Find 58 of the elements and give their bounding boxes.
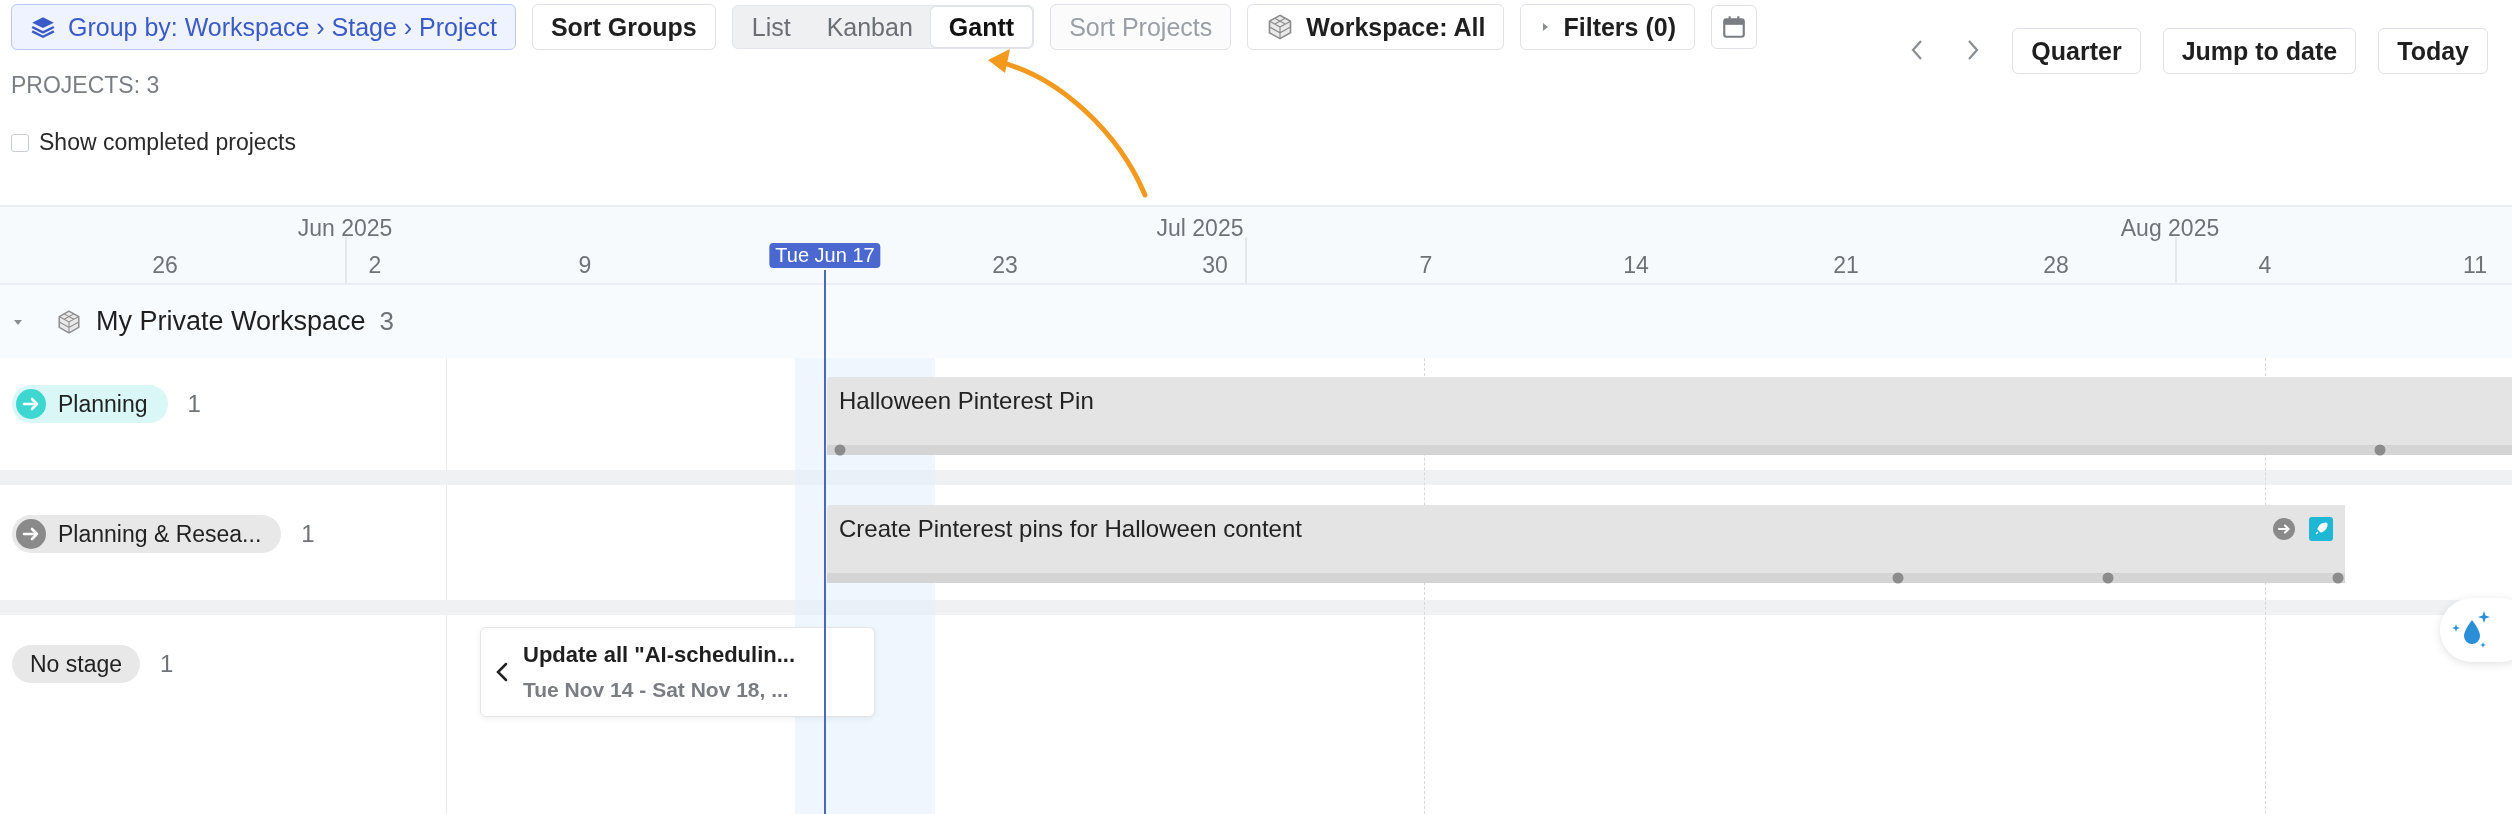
rocket-icon <box>2309 517 2333 541</box>
day-label: 26 <box>152 252 178 279</box>
milestone-dot[interactable] <box>834 444 846 456</box>
day-label: 14 <box>1623 252 1649 279</box>
jump-to-date-button[interactable]: Jump to date <box>2162 28 2357 74</box>
project-title: Update all "AI-schedulin... <box>523 642 796 668</box>
day-label: 11 <box>2463 252 2487 279</box>
month-label: Jun 2025 <box>297 215 393 242</box>
stage-count: 1 <box>187 389 201 419</box>
month-label: Aug 2025 <box>2120 215 2220 242</box>
stage-pill: Planning <box>12 385 168 423</box>
layers-icon <box>30 14 56 40</box>
day-label: 9 <box>578 252 592 279</box>
today-button[interactable]: Today <box>2378 28 2488 74</box>
assistant-button[interactable] <box>2440 598 2512 662</box>
view-tab[interactable]: Gantt <box>930 7 1033 47</box>
offscreen-project-card[interactable]: Update all "AI-schedulin... Tue Nov 14 - Sat Nov 18, ... <box>480 627 875 717</box>
view-tab[interactable]: Kanban <box>808 7 931 47</box>
projects-count: PROJECTS: 3 <box>11 72 161 99</box>
cube-icon <box>56 308 82 335</box>
project-bar[interactable]: Halloween Pinterest Pin <box>827 377 2512 455</box>
stage-pill: Planning & Resea... <box>12 515 282 553</box>
day-label: 4 <box>2258 252 2272 279</box>
today-badge: Tue Jun 17 <box>769 243 881 268</box>
chevron-left-icon <box>1910 38 1925 62</box>
calendar-icon <box>1721 14 1747 40</box>
day-label: 30 <box>1202 252 1228 279</box>
milestone-dot[interactable] <box>2102 572 2114 584</box>
stage-pill: No stage <box>12 645 141 683</box>
view-tab[interactable]: List <box>733 7 809 47</box>
calendar-button[interactable] <box>1711 5 1757 49</box>
chevron-left-icon <box>495 661 509 683</box>
checkbox-label: Show completed projects <box>39 129 296 156</box>
workspace-filter-button[interactable]: Workspace: All <box>1247 4 1505 50</box>
chevron-right-icon <box>1966 38 1981 62</box>
milestone-dot[interactable] <box>1892 572 1904 584</box>
project-bar[interactable]: Create Pinterest pins for Halloween content <box>827 505 2345 583</box>
checkbox[interactable] <box>11 133 29 152</box>
zoom-level-button[interactable]: Quarter <box>2012 28 2141 74</box>
day-label: 21 <box>1833 252 1859 279</box>
day-label: 7 <box>1419 252 1433 279</box>
milestone-dot[interactable] <box>2332 572 2344 584</box>
stage-count: 1 <box>301 519 315 549</box>
filters-button[interactable]: Filters (0) <box>1520 4 1695 50</box>
arrow-circle-icon <box>2273 518 2295 540</box>
project-dates: Tue Nov 14 - Sat Nov 18, ... <box>523 678 790 702</box>
arrow-circle-icon <box>16 519 46 549</box>
day-label: 28 <box>2043 252 2069 279</box>
month-label: Jul 2025 <box>1156 215 1244 242</box>
arrow-circle-icon <box>16 389 46 419</box>
workspace-name: My Private Workspace <box>96 306 366 337</box>
day-label: 2 <box>368 252 382 279</box>
milestone-dot[interactable] <box>2374 444 2386 456</box>
day-label: 23 <box>992 252 1018 279</box>
stage-count: 1 <box>160 649 174 679</box>
workspace-count: 3 <box>379 306 395 337</box>
sort-groups-button[interactable]: Sort Groups <box>531 4 716 50</box>
group-by-button[interactable]: Group by: Workspace › Stage › Project <box>11 4 516 50</box>
